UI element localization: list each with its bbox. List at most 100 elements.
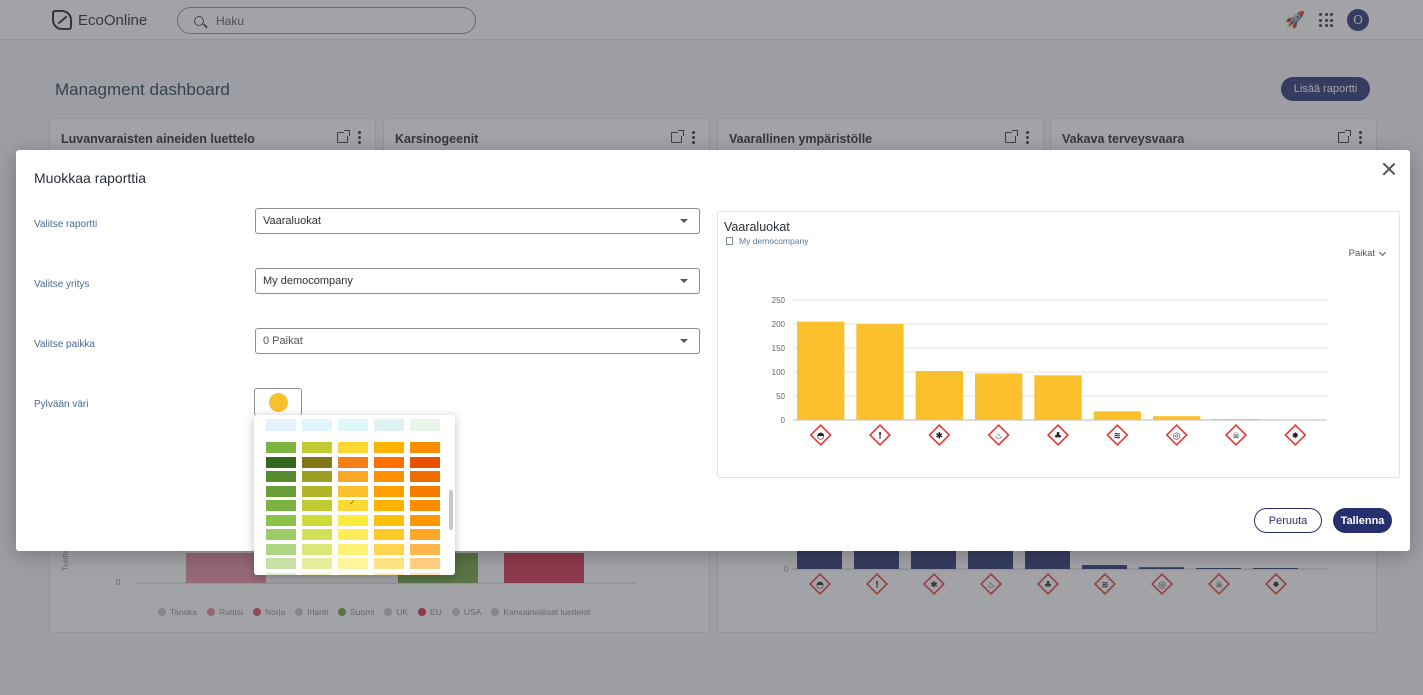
color-swatch[interactable] [302,471,332,482]
color-swatch[interactable] [410,543,440,555]
color-swatch[interactable] [338,498,368,511]
color-swatch[interactable] [410,442,440,453]
svg-text:♣: ♣ [1054,432,1062,442]
color-swatch[interactable] [302,529,332,540]
color-swatch[interactable] [266,558,296,569]
bar[interactable] [1034,375,1082,420]
company-label: Valitse yritys [34,279,90,290]
color-swatch[interactable] [302,558,332,569]
color-swatch[interactable] [302,485,332,497]
color-swatch[interactable] [266,485,296,497]
color-swatch[interactable] [374,572,404,575]
bar[interactable] [1212,419,1260,420]
health-hazard-icon: ✱ [928,423,951,447]
svg-text:◎: ◎ [1173,432,1181,442]
color-swatch[interactable] [302,572,332,575]
color-swatch[interactable] [410,529,440,540]
color-swatch[interactable] [266,500,296,511]
color-swatch[interactable] [410,514,440,526]
color-swatch[interactable] [374,456,404,468]
y-tick-label: 100 [772,368,786,377]
color-swatch[interactable] [338,419,368,431]
bar-color-label: Pylvään väri [34,399,89,410]
svg-text:♨: ♨ [995,432,1003,442]
bar[interactable] [1093,411,1141,420]
color-swatch[interactable] [410,471,440,482]
color-swatch[interactable] [338,485,368,497]
color-swatch[interactable] [338,471,368,482]
selected-color-swatch [269,393,288,412]
svg-text:◓: ◓ [817,432,825,442]
color-swatch[interactable] [266,514,296,526]
svg-text:≋: ≋ [1114,432,1122,442]
chart-preview: Vaaraluokat My democompany Paikat 0 50 100… [717,211,1400,478]
bar[interactable] [856,324,904,420]
company-select[interactable]: My democompany [255,268,700,294]
color-swatch[interactable] [302,514,332,526]
y-tick-label: 150 [772,344,786,353]
color-swatch[interactable] [410,500,440,511]
color-swatch[interactable] [410,558,440,569]
flame-icon: ♨ [987,423,1010,447]
color-swatch[interactable] [302,442,332,453]
color-swatch[interactable] [266,572,296,575]
color-swatch[interactable] [266,471,296,482]
color-swatch[interactable] [338,558,368,569]
bar[interactable] [1153,416,1201,420]
color-swatch[interactable] [266,419,296,431]
color-swatch[interactable] [374,558,404,569]
report-select-value: Vaaraluokat [263,215,321,227]
color-swatch[interactable] [374,419,404,431]
color-swatch[interactable] [410,572,440,575]
report-label: Valitse raportti [34,219,98,230]
color-swatch[interactable] [338,442,368,453]
environment-icon: ♣ [1046,423,1070,447]
color-palette [254,415,455,575]
bar[interactable] [797,321,845,420]
color-picker-button[interactable] [254,388,302,416]
y-tick-label: 200 [772,320,786,329]
color-swatch[interactable] [410,456,440,468]
palette-scrollbar[interactable] [449,490,453,530]
color-swatch[interactable] [302,456,332,468]
color-swatch[interactable] [338,543,368,555]
color-swatch[interactable] [302,419,332,431]
color-swatch[interactable] [338,529,368,540]
color-swatch[interactable] [338,572,368,575]
company-select-value: My democompany [263,275,353,287]
color-swatch[interactable] [266,442,296,453]
color-swatch[interactable] [374,471,404,482]
color-swatch[interactable] [374,529,404,540]
report-select[interactable]: Vaaraluokat [255,208,700,234]
y-tick-label: 250 [772,296,786,305]
location-select[interactable]: 0 Paikat [255,328,700,354]
color-swatch[interactable] [410,419,440,431]
exclamation-icon: ! [868,423,892,447]
bar[interactable] [975,373,1023,420]
color-swatch[interactable] [374,485,404,497]
color-swatch[interactable] [374,514,404,526]
svg-text:☠: ☠ [1232,432,1240,442]
gas-cylinder-icon: ◓ [809,423,832,447]
location-label: Valitse paikka [34,339,95,350]
svg-text:✱: ✱ [936,432,944,442]
save-button[interactable]: Tallenna [1333,508,1392,533]
color-swatch[interactable] [302,500,332,511]
color-swatch[interactable] [338,514,368,526]
color-swatch[interactable] [374,500,404,511]
color-swatch[interactable] [302,543,332,555]
color-swatch[interactable] [266,529,296,540]
bar[interactable] [915,371,963,420]
color-swatch[interactable] [374,543,404,555]
color-swatch[interactable] [266,456,296,468]
location-select-value: 0 Paikat [263,335,303,347]
color-swatch[interactable] [410,485,440,497]
color-swatch[interactable] [338,456,368,468]
edit-report-dialog: Muokkaa raporttia Valitse raportti Vaara… [16,150,1410,575]
cancel-button[interactable]: Peruuta [1254,508,1322,533]
close-icon[interactable] [1382,162,1396,176]
skull-icon: ☠ [1224,423,1248,447]
y-tick-label: 0 [781,416,786,425]
color-swatch[interactable] [374,442,404,453]
color-swatch[interactable] [266,543,296,555]
